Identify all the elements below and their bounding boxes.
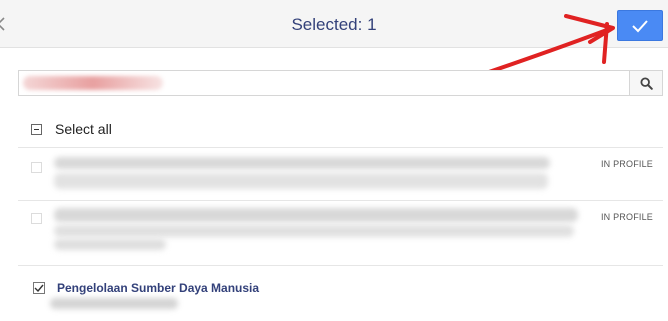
item-checkbox[interactable]: [31, 162, 42, 173]
selected-item-label[interactable]: Pengelolaan Sumber Daya Manusia: [57, 281, 259, 295]
search-row: [18, 70, 663, 96]
top-bar: Selected: 1: [0, 0, 668, 48]
redacted-item-name: [54, 157, 550, 169]
divider: [18, 265, 663, 266]
confirm-button[interactable]: [617, 10, 663, 41]
list-item[interactable]: IN PROFILE: [18, 201, 663, 265]
select-all-checkbox[interactable]: [31, 123, 42, 135]
item-checkbox[interactable]: [31, 213, 42, 224]
redacted-item-detail: [50, 298, 178, 309]
selected-count-title: Selected: 1: [291, 15, 377, 34]
select-all-row[interactable]: Select all: [31, 121, 112, 137]
redacted-item-detail: [54, 225, 574, 237]
search-input[interactable]: [18, 70, 629, 96]
item-checkbox-checked[interactable]: [33, 282, 45, 294]
search-button[interactable]: [629, 70, 663, 96]
search-icon: [639, 76, 653, 90]
redacted-item-detail: [54, 173, 548, 189]
checkmark-icon: [34, 284, 44, 292]
redacted-item-name: [54, 208, 578, 222]
list-item[interactable]: IN PROFILE: [18, 148, 663, 200]
select-all-label: Select all: [55, 121, 112, 137]
checkmark-icon: [632, 19, 648, 32]
redacted-item-extra: [54, 239, 166, 250]
redacted-search-text: [23, 76, 163, 90]
status-badge: IN PROFILE: [600, 159, 653, 169]
status-badge: IN PROFILE: [600, 212, 653, 222]
